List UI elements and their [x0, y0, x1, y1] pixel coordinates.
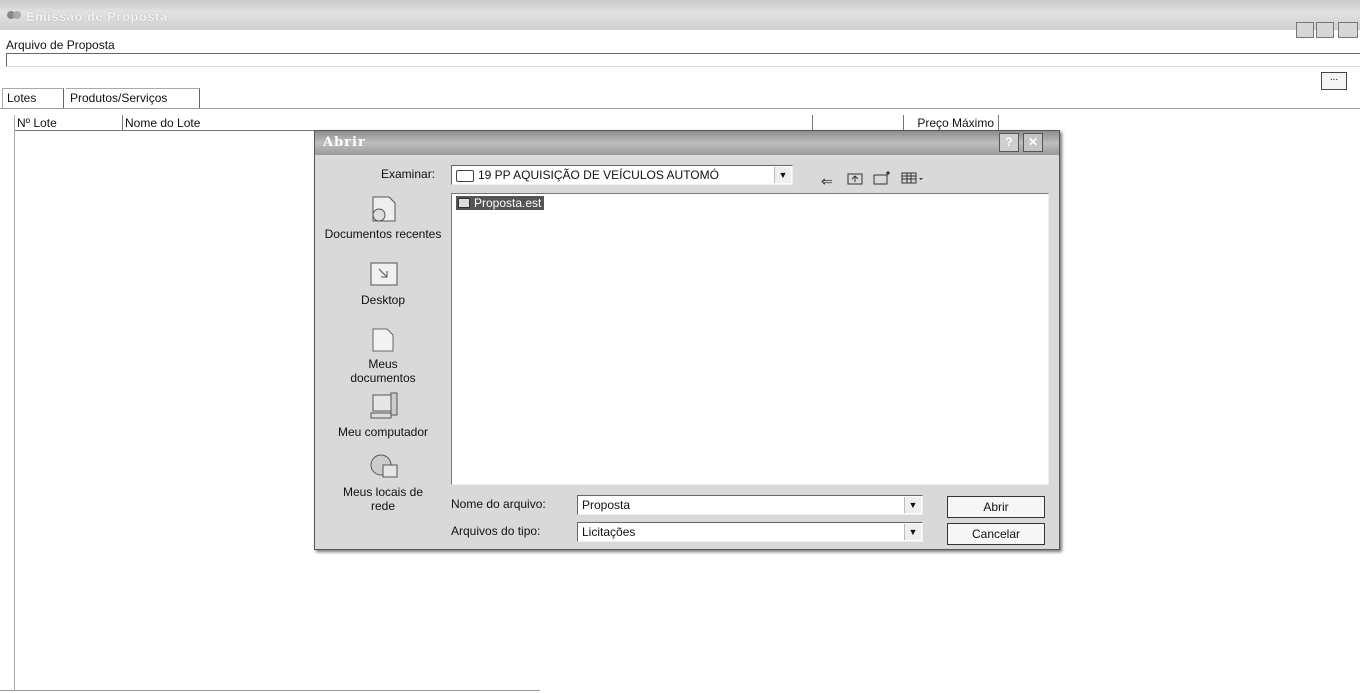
place-label: Documentos recentes — [324, 227, 442, 241]
column-header-numero-lote[interactable]: Nº Lote — [15, 115, 123, 131]
filename-label: Nome do arquivo: — [451, 497, 546, 511]
look-in-label: Examinar: — [381, 167, 436, 181]
filename-combo[interactable]: Proposta ▼ — [577, 495, 923, 515]
place-my-documents[interactable]: Meus documentos — [321, 323, 445, 385]
place-label: Meus locais de rede — [342, 485, 424, 513]
window-title: Emissão de Proposta — [26, 9, 168, 24]
filetype-label: Arquivos do tipo: — [451, 524, 541, 538]
file-label: Arquivo de Proposta — [6, 38, 115, 52]
cancel-button[interactable]: Cancelar — [947, 523, 1045, 545]
dialog-close-button[interactable]: ✕ — [1023, 133, 1043, 152]
recent-documents-icon — [372, 196, 396, 222]
tab-lotes[interactable]: Lotes — [2, 88, 64, 108]
folder-icon — [456, 169, 474, 182]
place-recent-documents[interactable]: Documentos recentes — [321, 193, 445, 241]
view-menu-icon[interactable] — [901, 171, 925, 188]
tab-produtos-servicos[interactable]: Produtos/Serviços — [66, 88, 200, 108]
filename-value: Proposta — [582, 498, 631, 512]
places-bar: Documentos recentes Desktop Meus documen… — [321, 193, 445, 523]
column-header-nome-lote[interactable]: Nome do Lote — [123, 115, 813, 131]
chevron-down-icon[interactable]: ▼ — [904, 524, 921, 540]
network-places-icon — [370, 454, 398, 478]
chevron-down-icon[interactable]: ▼ — [904, 497, 921, 513]
desktop-icon — [370, 262, 398, 286]
help-button[interactable]: ? — [999, 133, 1019, 152]
look-in-value: 19 PP AQUISIÇÃO DE VEÍCULOS AUTOMÓ — [456, 168, 719, 182]
up-folder-icon[interactable] — [847, 171, 863, 188]
place-label: Meu computador — [337, 425, 429, 439]
filetype-combo[interactable]: Licitações ▼ — [577, 522, 923, 542]
new-folder-icon[interactable] — [873, 171, 891, 188]
close-button[interactable] — [1338, 22, 1358, 38]
file-path-input[interactable] — [6, 53, 1360, 67]
chevron-down-icon[interactable]: ▼ — [774, 167, 791, 183]
look-in-text: 19 PP AQUISIÇÃO DE VEÍCULOS AUTOMÓ — [478, 168, 719, 182]
dialog-titlebar: Abrir ? ✕ — [315, 131, 1059, 155]
tab-divider — [0, 108, 1360, 109]
maximize-button[interactable] — [1316, 22, 1334, 38]
place-label: Desktop — [360, 293, 406, 307]
app-icon — [7, 11, 21, 19]
column-header-preco-maximo[interactable]: Preço Máximo — [903, 115, 999, 131]
file-list[interactable]: Proposta.est — [451, 193, 1049, 485]
place-label: Meus documentos — [350, 357, 416, 385]
place-network[interactable]: Meus locais de rede — [321, 451, 445, 513]
minimize-button[interactable] — [1296, 22, 1314, 38]
place-my-computer[interactable]: Meu computador — [321, 391, 445, 439]
back-icon[interactable]: ⇐ — [821, 173, 833, 190]
filetype-value: Licitações — [582, 525, 636, 539]
file-item[interactable]: Proposta.est — [456, 196, 545, 210]
status-line — [0, 690, 540, 691]
open-dialog: Abrir ? ✕ Examinar: 19 PP AQUISIÇÃO DE V… — [314, 130, 1060, 550]
open-button[interactable]: Abrir — [947, 496, 1045, 518]
window-titlebar: Emissão de Proposta — [0, 0, 1360, 30]
file-name: Proposta.est — [474, 196, 542, 210]
my-computer-icon — [370, 392, 398, 419]
browse-button[interactable]: ... — [1321, 72, 1347, 90]
look-in-combo[interactable]: 19 PP AQUISIÇÃO DE VEÍCULOS AUTOMÓ ▼ — [451, 165, 793, 185]
file-icon — [458, 198, 470, 208]
dialog-title: Abrir — [323, 135, 366, 150]
my-documents-icon — [372, 328, 394, 352]
place-desktop[interactable]: Desktop — [321, 259, 445, 307]
